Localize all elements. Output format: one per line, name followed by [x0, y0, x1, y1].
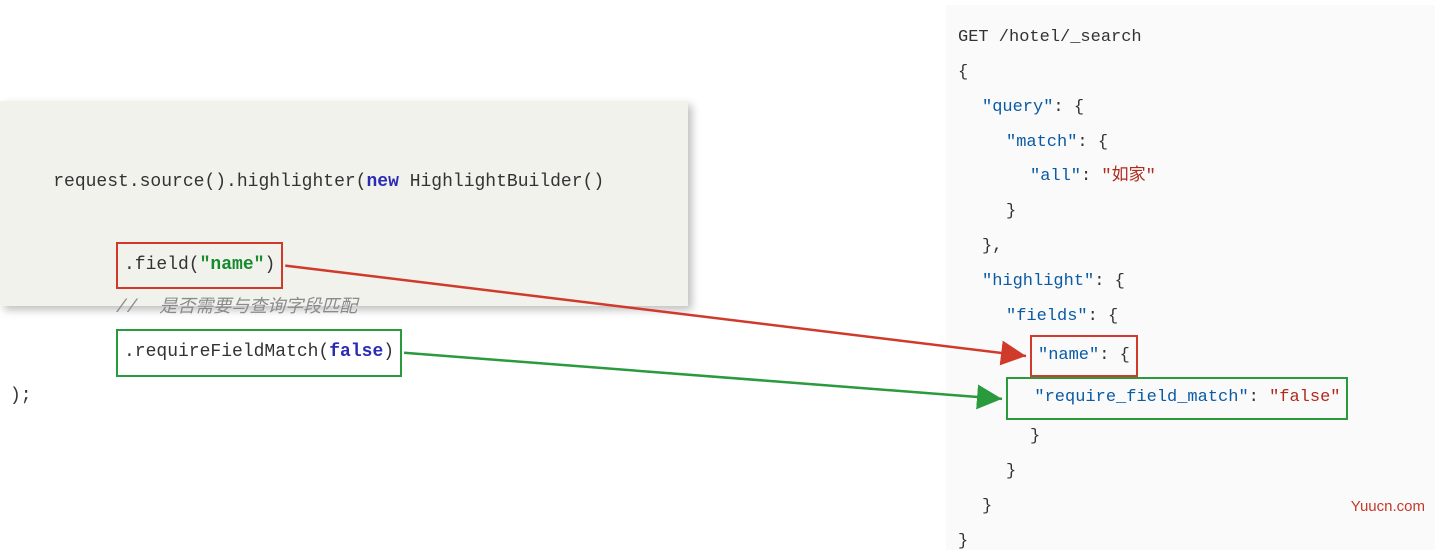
java-field-arg: "name": [200, 255, 265, 275]
json-all-key: "all": [1030, 167, 1081, 186]
json-name-key: "name": [1038, 346, 1099, 365]
java-comment: // 是否需要与查询字段匹配: [116, 298, 357, 318]
json-rfm-box: "require_field_match": "false": [1006, 377, 1348, 420]
json-name-box: "name": {: [1030, 335, 1138, 378]
json-open: {: [958, 56, 1424, 91]
java-closing: );: [10, 386, 32, 406]
json-get-line: GET /hotel/_search: [958, 21, 1424, 56]
java-rfm-call-box: .requireFieldMatch(false): [116, 329, 402, 377]
java-rfm-arg: false: [329, 342, 383, 362]
json-match-key: "match": [1006, 133, 1077, 152]
json-all-val: "如家": [1101, 167, 1155, 186]
java-line1-suffix: HighlightBuilder(): [399, 172, 604, 192]
java-code-block: request.source().highlighter(new Highlig…: [0, 101, 688, 306]
java-field-suffix: ): [264, 255, 275, 275]
json-fields-key: "fields": [1006, 307, 1088, 326]
json-query-key: "query": [982, 98, 1053, 117]
java-rfm-suffix: ): [383, 342, 394, 362]
java-new-keyword: new: [366, 172, 398, 192]
java-field-call-box: .field("name"): [116, 242, 283, 290]
json-rfm-key: "require_field_match": [1034, 388, 1248, 407]
json-highlight-key: "highlight": [982, 272, 1094, 291]
json-rfm-val: "false": [1269, 388, 1340, 407]
java-rfm-prefix: .requireFieldMatch(: [124, 342, 329, 362]
watermark: Yuucn.com: [1351, 498, 1425, 515]
json-request-block: GET /hotel/_search { "query": { "match":…: [946, 5, 1435, 550]
java-field-prefix: .field(: [124, 255, 200, 275]
java-line1-prefix: request.source().highlighter(: [53, 172, 366, 192]
